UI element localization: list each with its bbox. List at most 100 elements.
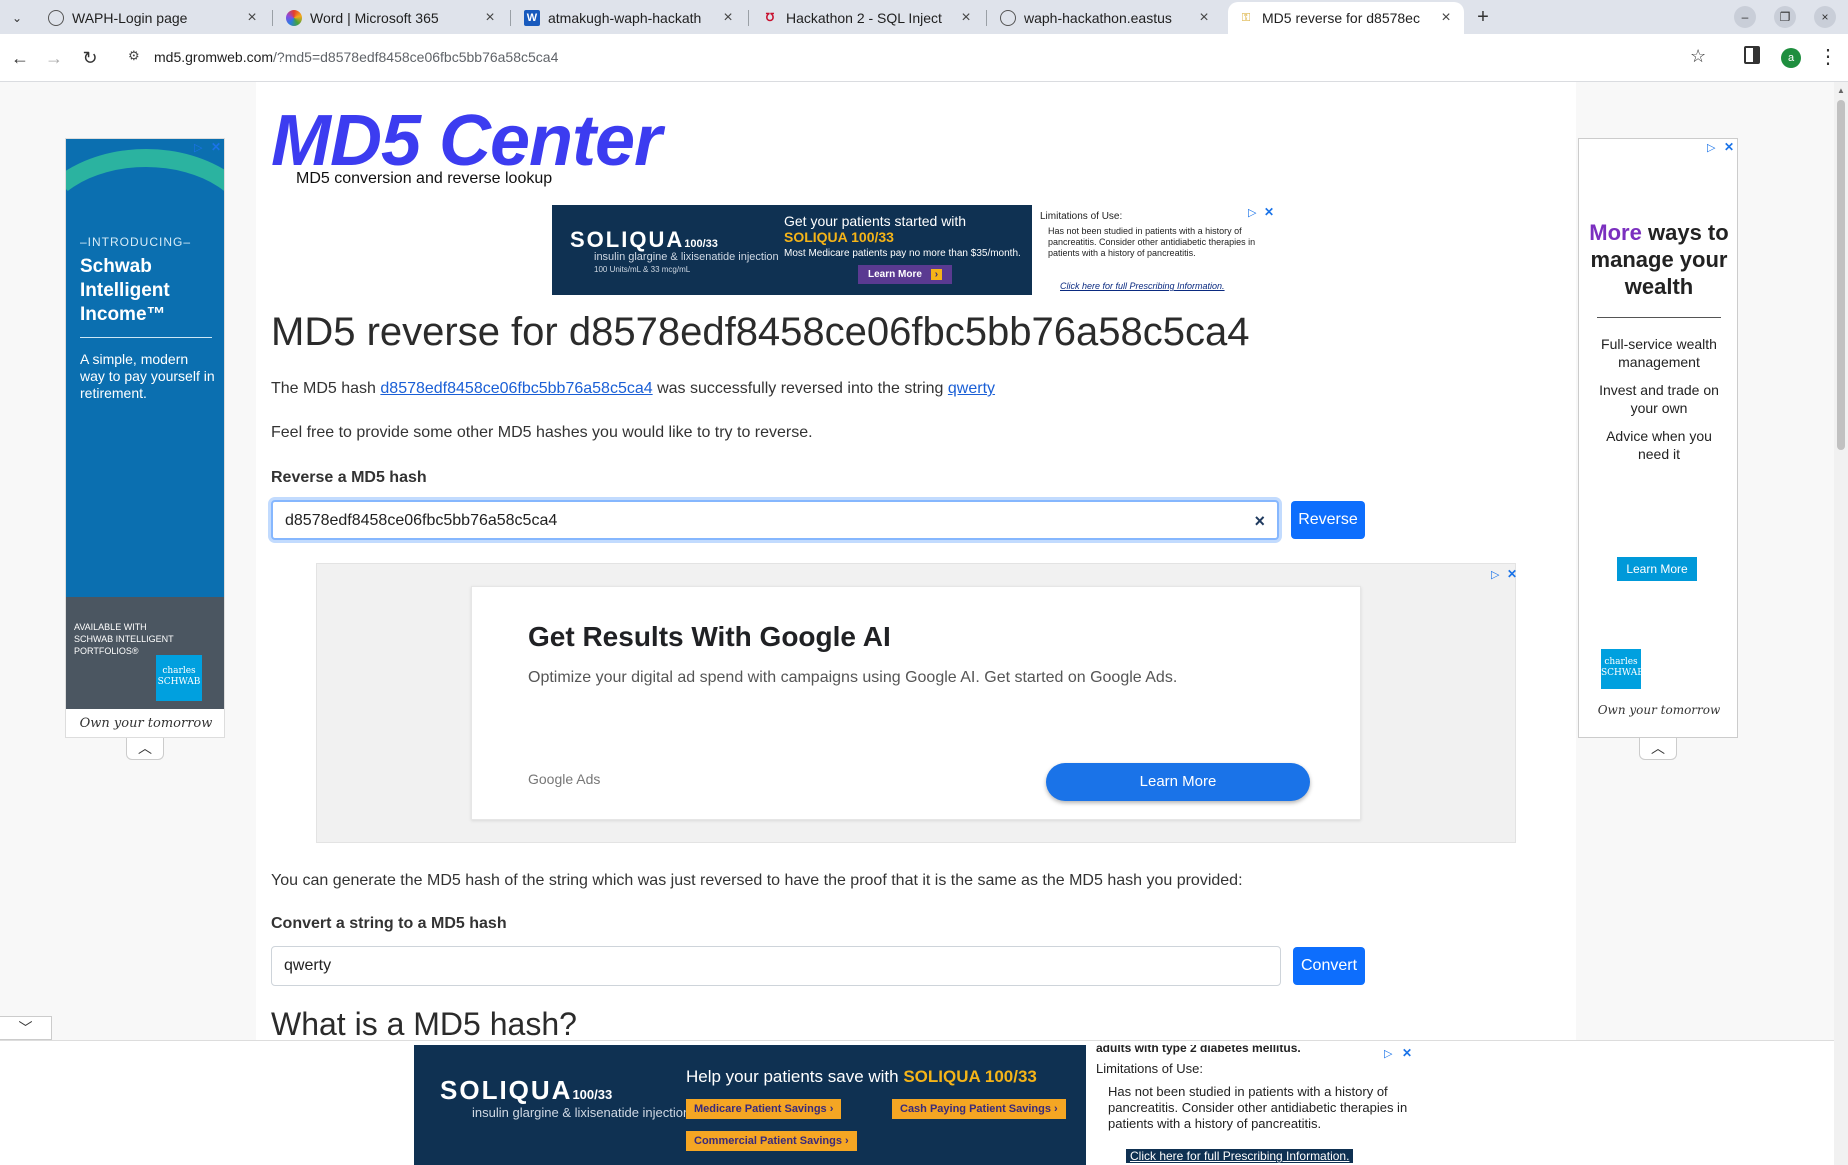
- reversed-string-link[interactable]: qwerty: [948, 380, 995, 397]
- isi-text: Has not been studied in patients with a …: [1108, 1084, 1408, 1131]
- close-ad-icon[interactable]: ✕: [1507, 567, 1517, 581]
- ad-availability: AVAILABLE WITH SCHWAB INTELLIGENT PORTFO…: [74, 622, 174, 656]
- forward-arrow-icon[interactable]: →: [42, 46, 66, 70]
- ad-schwab-left[interactable]: ▷ ✕ –INTRODUCING– Schwab Intelligent Inc…: [65, 138, 225, 738]
- kebab-menu-icon[interactable]: ⋮: [1818, 44, 1838, 69]
- adchoices-icon[interactable]: ▷: [194, 141, 202, 154]
- adchoices-icon[interactable]: ▷: [1707, 141, 1715, 154]
- ad-google-mid[interactable]: ▷ ✕ Get Results With Google AI Optimize …: [316, 563, 1517, 843]
- ad-soliqua-bottom[interactable]: SOLIQUA100/33 insulin glargine & lixisen…: [414, 1045, 1418, 1165]
- close-tab-icon[interactable]: ×: [482, 9, 498, 27]
- close-tab-icon[interactable]: ×: [1438, 9, 1454, 27]
- minimize-icon[interactable]: –: [1734, 6, 1756, 28]
- ad-intro: –INTRODUCING–: [80, 235, 192, 249]
- profile-avatar[interactable]: a: [1781, 48, 1801, 68]
- tab-separator: [272, 10, 273, 26]
- ad-signature: Own your tomorrow: [1597, 703, 1721, 717]
- ad-isi-panel: Limitations of Use: Has not been studied…: [1032, 205, 1280, 295]
- scroll-up-arrow-icon[interactable]: ▲: [1837, 86, 1845, 95]
- ad-learn-more-button[interactable]: Learn More: [1617, 557, 1697, 581]
- cash-savings-button[interactable]: Cash Paying Patient Savings ›: [892, 1099, 1066, 1119]
- back-arrow-icon[interactable]: ←: [8, 46, 32, 70]
- new-tab-button[interactable]: +: [1470, 4, 1496, 30]
- soliqua-dose: 100 Units/mL & 33 mcg/mL: [594, 265, 691, 274]
- microsoft365-icon: [286, 10, 302, 26]
- close-window-icon[interactable]: ×: [1814, 6, 1836, 28]
- globe-icon: [48, 10, 64, 26]
- close-ad-icon[interactable]: ✕: [1724, 140, 1734, 154]
- ad-learn-more-button[interactable]: Learn More ›: [858, 265, 953, 284]
- tab-separator: [986, 10, 987, 26]
- address-bar[interactable]: ⚙ md5.gromweb.com/?md5=d8578edf8458ce06f…: [124, 42, 1684, 74]
- reload-icon[interactable]: ↻: [78, 46, 102, 70]
- ad-learn-more-button[interactable]: Learn More: [1046, 763, 1310, 801]
- tab-word-365[interactable]: Word | Microsoft 365 ×: [276, 2, 508, 34]
- medicare-savings-button[interactable]: Medicare Patient Savings ›: [686, 1099, 842, 1119]
- tab-md5-reverse[interactable]: ⚿ MD5 reverse for d8578ec ×: [1228, 2, 1464, 34]
- anchor-ad-bar: SOLIQUA100/33 insulin glargine & lixisen…: [0, 1040, 1848, 1165]
- commercial-savings-button[interactable]: Commercial Patient Savings ›: [686, 1131, 857, 1151]
- convert-label: Convert a string to a MD5 hash: [271, 915, 507, 932]
- isi-text: Has not been studied in patients with a …: [1048, 226, 1256, 258]
- close-ad-icon[interactable]: ✕: [211, 140, 221, 154]
- side-panel-icon[interactable]: [1744, 46, 1760, 64]
- ad-headline: Get your patients started with: [784, 213, 967, 229]
- adchoices-icon[interactable]: ▷: [1491, 568, 1499, 581]
- close-tab-icon[interactable]: ×: [1196, 9, 1212, 27]
- adchoices-icon[interactable]: ▷: [1248, 206, 1256, 219]
- ad-description: Optimize your digital ad spend with camp…: [528, 669, 1178, 686]
- clear-input-icon[interactable]: ×: [1254, 502, 1265, 540]
- ad-isi-panel: adults with type 2 diabetes mellitus. Li…: [1086, 1045, 1418, 1165]
- ad-schwab-right[interactable]: ▷ ✕ More ways to manage your wealth Full…: [1578, 138, 1738, 738]
- section-heading: What is a MD5 hash?: [271, 1006, 577, 1042]
- md5-hash-input[interactable]: d8578edf8458ce06fbc5bb76a58c5ca4 ×: [271, 500, 1279, 540]
- page-scrollbar[interactable]: ▲: [1834, 82, 1848, 1165]
- browser-toolbar: ← → ↻ ⚙ md5.gromweb.com/?md5=d8578edf845…: [0, 34, 1848, 82]
- tab-search-chevron-icon[interactable]: ⌄: [6, 7, 28, 29]
- ad-headline-product: SOLIQUA 100/33: [784, 229, 894, 245]
- soliqua-logo: SOLIQUA100/33: [440, 1075, 613, 1105]
- close-ad-icon[interactable]: ✕: [1264, 205, 1274, 219]
- ad-feature: Full-service wealth management: [1601, 336, 1717, 370]
- close-ad-icon[interactable]: ✕: [1402, 1046, 1412, 1060]
- convert-string-input[interactable]: qwerty: [271, 946, 1281, 986]
- close-tab-icon[interactable]: ×: [720, 9, 736, 27]
- adchoices-icon[interactable]: ▷: [1384, 1047, 1392, 1060]
- tab-waph-hackathon[interactable]: waph-hackathon.eastus ×: [990, 2, 1222, 34]
- result-paragraph: The MD5 hash d8578edf8458ce06fbc5bb76a58…: [271, 380, 996, 397]
- collapse-ad-chevron-up-icon[interactable]: ︿: [1639, 738, 1677, 760]
- collapse-ad-chevron-up-icon[interactable]: ︿: [126, 738, 164, 760]
- scrollbar-thumb[interactable]: [1837, 100, 1845, 450]
- ad-headline: Help your patients save with SOLIQUA 100…: [686, 1067, 1037, 1086]
- ad-soliqua-top[interactable]: SOLIQUA100/33 insulin glargine & lixisen…: [552, 205, 1280, 295]
- hash-link[interactable]: d8578edf8458ce06fbc5bb76a58c5ca4: [380, 380, 652, 397]
- divider: [80, 337, 212, 338]
- reverse-label: Reverse a MD5 hash: [271, 469, 427, 486]
- page-title: MD5 reverse for d8578edf8458ce06fbc5bb76…: [271, 310, 1250, 354]
- convert-button[interactable]: Convert: [1293, 947, 1365, 985]
- isi-top: adults with type 2 diabetes mellitus.: [1096, 1045, 1301, 1055]
- isi-link[interactable]: Click here for full Prescribing Informat…: [1060, 281, 1225, 291]
- site-tagline: MD5 conversion and reverse lookup: [296, 170, 553, 187]
- ad-title: Schwab Intelligent Income™: [80, 256, 170, 325]
- tab-separator: [748, 10, 749, 26]
- divider: [1597, 317, 1721, 318]
- ad-brand: Google Ads: [528, 771, 601, 787]
- word-doc-icon: W: [524, 10, 540, 26]
- site-info-icon[interactable]: ⚙: [128, 48, 140, 64]
- bookmark-star-icon[interactable]: ☆: [1690, 46, 1706, 67]
- ad-feature: Invest and trade on your own: [1599, 382, 1719, 416]
- tab-hackathon-sql[interactable]: ℧ Hackathon 2 - SQL Inject ×: [752, 2, 984, 34]
- tab-strip: ⌄ WAPH-Login page × Word | Microsoft 365…: [0, 0, 1848, 34]
- restore-icon[interactable]: ❐: [1774, 6, 1796, 28]
- close-tab-icon[interactable]: ×: [958, 9, 974, 27]
- isi-link[interactable]: Click here for full Prescribing Informat…: [1126, 1149, 1354, 1163]
- soliqua-subtitle: insulin glargine & lixisenatide injectio…: [472, 1105, 691, 1120]
- tab-waph-login[interactable]: WAPH-Login page ×: [38, 2, 270, 34]
- tab-word-doc[interactable]: W atmakugh-waph-hackath ×: [514, 2, 746, 34]
- schwab-logo: charles SCHWAB: [156, 655, 202, 701]
- ad-description: A simple, modern way to pay yourself in …: [80, 351, 215, 401]
- reverse-button[interactable]: Reverse: [1291, 501, 1365, 539]
- close-tab-icon[interactable]: ×: [244, 9, 260, 27]
- collapse-bottom-ad-chevron-down-icon[interactable]: ﹀: [0, 1016, 52, 1040]
